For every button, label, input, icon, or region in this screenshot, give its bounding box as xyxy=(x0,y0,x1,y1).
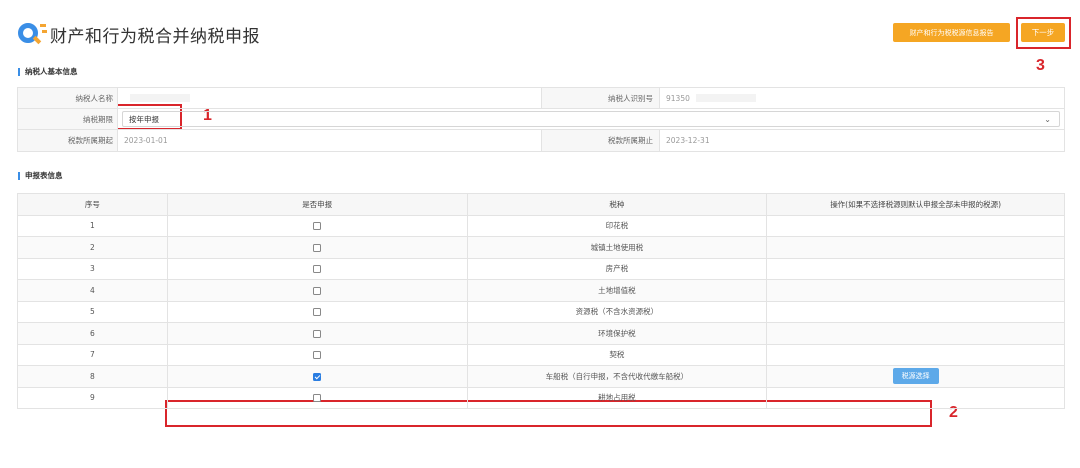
declare-checkbox[interactable] xyxy=(313,222,322,231)
info-row-name: 纳税人名称 纳税人识别号 91350 xyxy=(18,88,1064,109)
info-row-period: 纳税期限 按年申报 ⌄ xyxy=(18,109,1064,130)
declare-checkbox[interactable] xyxy=(313,243,322,252)
action-cell xyxy=(766,257,1065,280)
period-select-value: 按年申报 xyxy=(129,114,159,124)
tax-type: 契税 xyxy=(466,343,768,366)
declare-checkbox[interactable] xyxy=(313,329,322,338)
row-number: 5 xyxy=(17,300,168,323)
chevron-down-icon: ⌄ xyxy=(1044,114,1051,124)
taxpayer-id-value: 91350 xyxy=(660,88,1064,108)
search-list-icon xyxy=(18,21,47,47)
row-number: 3 xyxy=(17,257,168,280)
declare-checkbox-cell xyxy=(166,214,468,237)
tax-type: 城镇土地使用税 xyxy=(466,236,768,259)
column-header: 序号 xyxy=(17,193,168,216)
declare-checkbox[interactable] xyxy=(313,351,322,360)
action-cell xyxy=(766,279,1065,302)
row-number: 2 xyxy=(17,236,168,259)
taxpayer-name-value xyxy=(118,88,542,108)
declare-checkbox-cell xyxy=(166,322,468,345)
end-date-label: 税款所属期止 xyxy=(542,130,660,151)
annotation-number-3: 3 xyxy=(1036,57,1045,74)
end-date-value: 2023-12-31 xyxy=(666,136,710,145)
row-number: 7 xyxy=(17,343,168,366)
tax-source-select-button[interactable]: 税源选择 xyxy=(892,368,939,385)
table-row: 8 车船税（自行申报，不含代收代缴车船税） 税源选择 xyxy=(17,365,1065,388)
tax-type: 资源税（不含水资源税） xyxy=(466,300,768,323)
action-cell xyxy=(766,343,1065,366)
redacted-value xyxy=(130,94,190,102)
info-row-dates: 税款所属期起 2023-01-01 税款所属期止 2023-12-31 xyxy=(18,130,1064,151)
tax-type: 印花税 xyxy=(466,214,768,237)
basic-info-section-title: 纳税人基本信息 xyxy=(18,68,78,76)
table-row: 6 环境保护税 xyxy=(17,322,1065,345)
page-title: 财产和行为税合并纳税申报 xyxy=(50,26,260,47)
tax-source-report-button[interactable]: 财产和行为税税源信息报告 xyxy=(893,23,1010,42)
table-row: 4 土地增值税 xyxy=(17,279,1065,302)
declare-checkbox-cell xyxy=(166,365,468,388)
action-cell xyxy=(766,322,1065,345)
action-cell xyxy=(766,214,1065,237)
tax-type: 车船税（自行申报，不含代收代缴车船税） xyxy=(466,365,768,388)
declare-checkbox-cell xyxy=(166,343,468,366)
row-number: 1 xyxy=(17,214,168,237)
declare-checkbox-cell xyxy=(166,279,468,302)
column-header: 操作(如果不选择税源则默认申报全部未申报的税源) xyxy=(766,193,1065,216)
column-header: 是否申报 xyxy=(166,193,468,216)
tax-type: 房产税 xyxy=(466,257,768,280)
declare-checkbox-cell xyxy=(166,236,468,259)
table-row: 1 印花税 xyxy=(17,214,1065,237)
tax-type: 环境保护税 xyxy=(466,322,768,345)
highlight-next-button xyxy=(1016,17,1071,49)
declare-checkbox-cell xyxy=(166,386,468,409)
row-number: 4 xyxy=(17,279,168,302)
table-header-row: 序号 是否申报 税种 操作(如果不选择税源则默认申报全部未申报的税源) xyxy=(17,193,1065,216)
declare-checkbox-cell xyxy=(166,300,468,323)
row-number: 9 xyxy=(17,386,168,409)
row-number: 6 xyxy=(17,322,168,345)
declare-checkbox[interactable] xyxy=(313,372,322,381)
action-cell xyxy=(766,300,1065,323)
action-cell: 税源选择 xyxy=(766,365,1065,388)
basic-info-grid: 纳税人名称 纳税人识别号 91350 纳税期限 按年申报 ⌄ 税款所属期起 20… xyxy=(17,87,1065,152)
page-header: 财产和行为税合并纳税申报 xyxy=(18,18,260,50)
period-label: 纳税期限 xyxy=(18,109,118,129)
declaration-section-title: 申报表信息 xyxy=(18,172,63,180)
declare-checkbox[interactable] xyxy=(313,265,322,274)
table-row: 9 耕地占用税 xyxy=(17,386,1065,409)
table-row: 7 契税 xyxy=(17,343,1065,366)
table-row: 5 资源税（不含水资源税） xyxy=(17,300,1065,323)
column-header: 税种 xyxy=(466,193,768,216)
tax-type: 耕地占用税 xyxy=(466,386,768,409)
period-select[interactable]: 按年申报 ⌄ xyxy=(122,111,1060,127)
table-row: 2 城镇土地使用税 xyxy=(17,236,1065,259)
redacted-value xyxy=(695,94,756,102)
declare-checkbox[interactable] xyxy=(313,308,322,317)
declare-checkbox-cell xyxy=(166,257,468,280)
taxpayer-id-label: 纳税人识别号 xyxy=(542,88,660,108)
start-date-value: 2023-01-01 xyxy=(118,130,542,151)
start-date-label: 税款所属期起 xyxy=(18,130,118,151)
table-row: 3 房产税 xyxy=(17,257,1065,280)
action-cell xyxy=(766,236,1065,259)
row-number: 8 xyxy=(17,365,168,388)
declare-checkbox[interactable] xyxy=(313,394,322,403)
declare-checkbox[interactable] xyxy=(313,286,322,295)
declaration-table: 序号 是否申报 税种 操作(如果不选择税源则默认申报全部未申报的税源) 1 印花税… xyxy=(17,193,1065,409)
taxpayer-name-label: 纳税人名称 xyxy=(18,88,118,108)
tax-type: 土地增值税 xyxy=(466,279,768,302)
action-cell xyxy=(766,386,1065,409)
